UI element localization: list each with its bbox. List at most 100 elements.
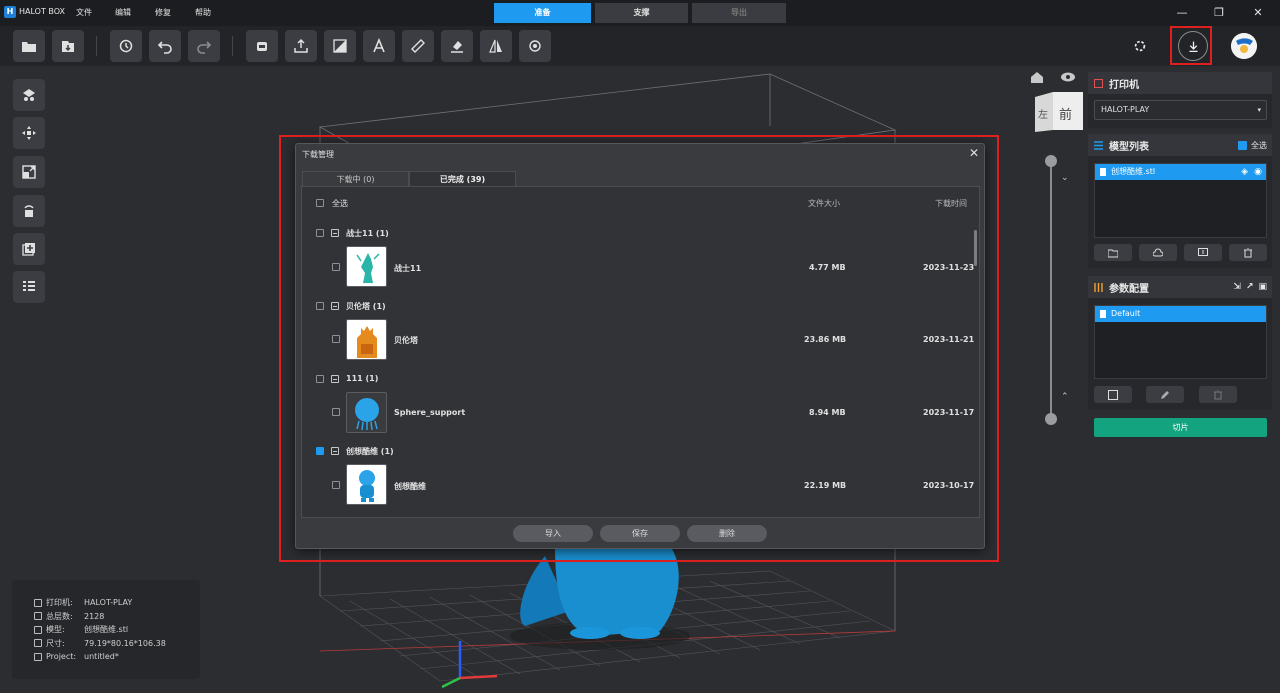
layer-slider[interactable] [1045, 155, 1057, 425]
cloud-print-icon[interactable] [246, 30, 278, 62]
export-model-button[interactable] [1184, 244, 1222, 261]
model-info-panel: 打印机: HALOT-PLAY 总层数: 2128 模型: 创想酷维.stl 尺寸: 7… [12, 580, 200, 679]
download-list: 全选 文件大小 下载时间 战士11 (1) 战士11 4.77 MB 2023-… [301, 186, 980, 518]
select-all-checkbox[interactable] [316, 199, 324, 207]
item-checkbox[interactable] [332, 481, 340, 489]
title-bar: H HALOT BOX 文件 编辑 修复 帮助 准备 支撑 导出 — ❐ ✕ [0, 0, 1280, 26]
export-config-icon[interactable]: ↗ [1246, 282, 1254, 292]
history-icon[interactable] [110, 30, 142, 62]
close-icon[interactable]: ✕ [969, 146, 979, 160]
text-icon[interactable] [363, 30, 395, 62]
measure-icon[interactable] [402, 30, 434, 62]
param-list-item[interactable]: Default [1095, 306, 1266, 322]
mirror-icon[interactable] [480, 30, 512, 62]
avatar[interactable] [1231, 33, 1257, 59]
redo-icon[interactable] [188, 30, 220, 62]
item-checkbox[interactable] [332, 263, 340, 271]
lay-flat-icon[interactable] [441, 30, 473, 62]
time-column-header: 下载时间 [935, 199, 967, 208]
collapse-icon[interactable] [331, 302, 339, 310]
upload-icon[interactable] [285, 30, 317, 62]
menu-edit[interactable]: 编辑 [115, 7, 131, 18]
ruler-info-icon [34, 639, 42, 648]
chevron-down-icon[interactable]: ⌄ [1061, 173, 1069, 183]
image-config-icon[interactable]: ▣ [1258, 282, 1267, 292]
group-checkbox[interactable] [316, 302, 324, 310]
collapse-icon[interactable] [331, 375, 339, 383]
support-gen-icon[interactable] [519, 30, 551, 62]
printer-icon [1094, 78, 1103, 88]
delete-model-button[interactable] [1229, 244, 1267, 261]
toolbar-divider [232, 36, 233, 56]
item-checkbox[interactable] [332, 408, 340, 416]
view-cube-left-label: 左 [1038, 110, 1048, 121]
menu-help[interactable]: 帮助 [195, 7, 211, 18]
eye-icon[interactable] [1060, 70, 1076, 84]
menu-file[interactable]: 文件 [76, 7, 92, 18]
folder-icon [1108, 249, 1118, 257]
group-name: 创想酷维 (1) [346, 447, 394, 456]
import-config-icon[interactable]: ⇲ [1233, 282, 1241, 292]
minimize-icon[interactable]: — [1173, 4, 1191, 22]
cube-icon[interactable]: ◈ [1241, 164, 1248, 180]
app-title: HALOT BOX [19, 7, 65, 16]
project-info-icon [34, 652, 42, 661]
edit-config-button[interactable] [1146, 386, 1184, 403]
cloud-upload-button[interactable] [1139, 244, 1177, 261]
slider-bottom-handle[interactable] [1045, 413, 1057, 425]
import-icon[interactable] [52, 30, 84, 62]
trash-icon [1214, 389, 1222, 399]
group-checkbox[interactable] [316, 447, 324, 455]
item-name: 贝伦塔 [394, 336, 418, 345]
info-row-size: 尺寸: 79.19*80.16*106.38 [34, 637, 200, 651]
delete-config-button[interactable] [1199, 386, 1237, 403]
info-row-project: Project: untitled* [34, 650, 200, 664]
group-checkbox[interactable] [316, 375, 324, 383]
model-thumbnail [346, 464, 387, 505]
new-config-button[interactable] [1094, 386, 1132, 403]
model-list: 创想酷维.stl ◈ ◉ [1094, 163, 1267, 238]
restore-icon[interactable]: ❐ [1210, 4, 1228, 22]
open-folder-button[interactable] [1094, 244, 1132, 261]
tab-prepare[interactable]: 准备 [494, 3, 591, 23]
list-icon [1094, 140, 1103, 150]
printer-panel-title: 打印机 [1109, 79, 1139, 91]
close-icon[interactable]: ✕ [1249, 4, 1267, 22]
slice-button[interactable]: 切片 [1094, 418, 1267, 437]
app-logo-icon: H [4, 6, 16, 18]
eye-icon[interactable]: ◉ [1254, 164, 1262, 180]
view-cube[interactable]: 左 前 [1035, 92, 1083, 132]
chevron-up-icon[interactable]: ⌃ [1061, 392, 1069, 402]
model-thumbnail [346, 392, 387, 433]
gear-icon[interactable] [1128, 34, 1152, 58]
hollow-icon[interactable] [324, 30, 356, 62]
folder-open-icon[interactable] [13, 30, 45, 62]
model-list-item[interactable]: 创想酷维.stl ◈ ◉ [1095, 164, 1266, 180]
printer-dropdown[interactable]: HALOT-PLAY ▾ [1094, 100, 1267, 120]
delete-button[interactable]: 删除 [687, 525, 767, 542]
param-panel-header: 参数配置 ⇲ ↗ ▣ [1088, 276, 1272, 298]
item-checkbox[interactable] [332, 335, 340, 343]
collapse-icon[interactable] [331, 447, 339, 455]
group-checkbox[interactable] [316, 229, 324, 237]
group-name: 战士11 (1) [346, 229, 389, 238]
select-all-checkbox[interactable] [1238, 140, 1247, 150]
tab-downloading[interactable]: 下载中 (0) [302, 171, 409, 186]
model-thumbnail [346, 246, 387, 287]
item-size: 23.86 MB [804, 335, 847, 344]
select-all-label: 全选 [332, 199, 348, 208]
collapse-icon[interactable] [331, 229, 339, 237]
import-button[interactable]: 导入 [513, 525, 593, 542]
model-list-header: 模型列表 全选 [1088, 134, 1272, 156]
menu-repair[interactable]: 修复 [155, 7, 171, 18]
tab-support[interactable]: 支撑 [595, 3, 688, 23]
tab-export[interactable]: 导出 [692, 3, 786, 23]
undo-icon[interactable] [149, 30, 181, 62]
list-scrollbar[interactable] [974, 230, 977, 266]
printer-dropdown-value: HALOT-PLAY [1101, 105, 1150, 114]
save-button[interactable]: 保存 [600, 525, 680, 542]
tab-completed[interactable]: 已完成 (39) [409, 171, 516, 186]
slider-top-handle[interactable] [1045, 155, 1057, 167]
home-view-icon[interactable] [1030, 70, 1044, 84]
pencil-icon [1161, 390, 1169, 399]
